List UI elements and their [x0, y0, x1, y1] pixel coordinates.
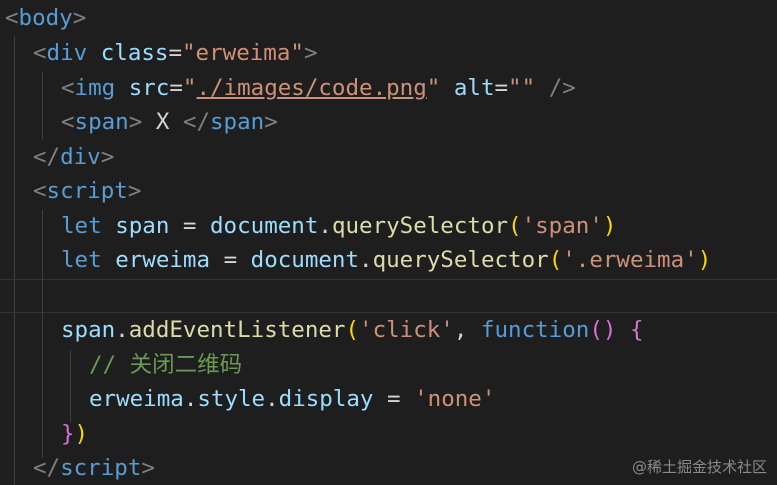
- brace: }: [61, 421, 75, 447]
- tag-name: body: [18, 5, 73, 31]
- paren: ): [74, 421, 89, 447]
- tag-bracket: >: [141, 455, 155, 481]
- dot: .: [183, 386, 198, 412]
- string-literal: 'click': [359, 317, 454, 343]
- indent-guide: [42, 210, 43, 458]
- code-line-13: }): [61, 417, 88, 451]
- equals-sign: =: [169, 75, 183, 101]
- tag-bracket: >: [128, 109, 143, 135]
- attribute-name: src: [128, 75, 170, 101]
- indent-guide: [42, 72, 43, 140]
- code-line-3: <img src="./images/code.png" alt="" />: [61, 71, 576, 105]
- method-name: addEventListener: [128, 317, 346, 343]
- comma: ,: [453, 317, 468, 343]
- attribute-name: alt: [453, 75, 495, 101]
- code-line-11: // 关闭二维码: [89, 348, 242, 382]
- string-literal: 'none': [414, 386, 496, 412]
- brace: {: [629, 317, 644, 343]
- code-line-5: </div>: [33, 140, 114, 174]
- code-line-10: span.addEventListener('click', function(…: [61, 313, 644, 347]
- attribute-name: class: [100, 40, 169, 66]
- object-name: span: [61, 317, 116, 343]
- operator: =: [387, 386, 401, 412]
- tag-name: script: [60, 455, 142, 481]
- tag-bracket: <: [5, 5, 19, 31]
- attribute-value: "": [508, 75, 536, 101]
- code-line-7: let span = document.querySelector('span'…: [61, 209, 616, 243]
- string-literal: 'span': [521, 213, 603, 239]
- tag-bracket: <: [33, 40, 47, 66]
- code-line-2: <div class="erweima">: [33, 36, 317, 70]
- code-line-4: <span> X </span>: [61, 105, 278, 139]
- tag-bracket: </: [33, 144, 61, 170]
- tag-name: script: [46, 178, 128, 204]
- object-name: document: [250, 247, 360, 273]
- keyword: let: [61, 213, 102, 239]
- quote: ": [426, 75, 441, 101]
- keyword: function: [480, 317, 590, 343]
- keyword: let: [61, 247, 102, 273]
- tag-bracket: >: [127, 178, 142, 204]
- method-name: querySelector: [331, 213, 509, 239]
- tag-name: div: [46, 40, 88, 66]
- tag-bracket: <: [61, 109, 75, 135]
- paren: (): [589, 317, 617, 343]
- tag-bracket: </: [33, 455, 61, 481]
- equals-sign: =: [168, 40, 183, 66]
- object-name: document: [210, 213, 319, 239]
- operator: =: [223, 247, 238, 273]
- paren: (: [548, 247, 563, 273]
- code-line-1: <body>: [5, 1, 86, 35]
- code-line-8: let erweima = document.querySelector('.e…: [61, 243, 711, 277]
- operator: =: [182, 213, 197, 239]
- variable-name: erweima: [115, 247, 211, 273]
- image-path-link[interactable]: ./images/code.png: [196, 75, 426, 101]
- text-content: X: [155, 109, 170, 135]
- tag-bracket: />: [548, 75, 576, 101]
- attribute-value: "erweima": [182, 40, 304, 66]
- tag-bracket: <: [61, 75, 75, 101]
- indent-guide: [14, 36, 15, 485]
- variable-name: span: [115, 213, 170, 239]
- tag-name: span: [74, 109, 129, 135]
- tag-bracket: </: [182, 109, 211, 135]
- paren: (: [345, 317, 360, 343]
- tag-name: div: [60, 144, 101, 170]
- dot: .: [318, 213, 332, 239]
- tag-name: img: [74, 75, 116, 101]
- indent-guide: [70, 350, 71, 422]
- tag-bracket: <: [33, 178, 47, 204]
- tag-bracket: >: [303, 40, 318, 66]
- method-name: querySelector: [372, 247, 549, 273]
- tag-bracket: >: [264, 109, 278, 135]
- code-line-12: erweima.style.display = 'none': [89, 382, 495, 416]
- equals-sign: =: [494, 75, 509, 101]
- code-line-6: <script>: [33, 174, 141, 208]
- watermark: @稀土掘金技术社区: [631, 458, 767, 476]
- object-name: erweima: [89, 386, 184, 412]
- string-literal: '.erweima': [562, 247, 698, 273]
- code-line-14: </script>: [33, 451, 155, 485]
- property-name: style: [197, 386, 266, 412]
- code-comment: // 关闭二维码: [89, 352, 243, 378]
- dot: .: [359, 247, 373, 273]
- code-editor[interactable]: <body> <div class="erweima"> <img src=".…: [0, 0, 777, 485]
- paren: ): [602, 213, 617, 239]
- code-line-9-current[interactable]: [0, 279, 777, 313]
- paren: (: [508, 213, 522, 239]
- paren: ): [697, 247, 712, 273]
- quote: ": [182, 75, 197, 101]
- dot: .: [115, 317, 129, 343]
- tag-name: span: [210, 109, 265, 135]
- property-name: display: [278, 386, 374, 412]
- tag-bracket: >: [100, 144, 115, 170]
- dot: .: [265, 386, 279, 412]
- tag-bracket: >: [72, 5, 87, 31]
